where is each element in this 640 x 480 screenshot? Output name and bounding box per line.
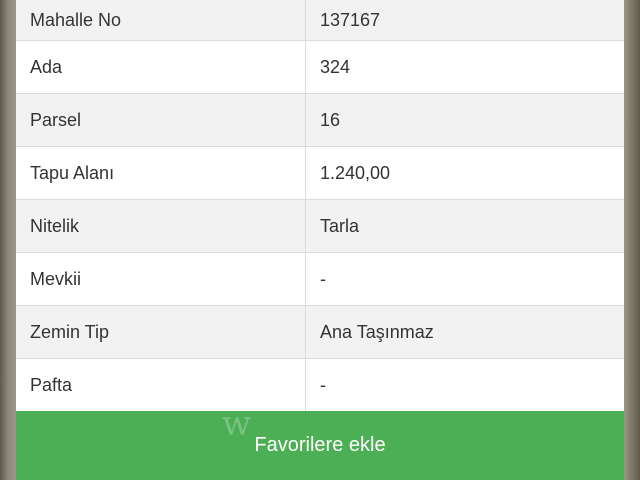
table-row: Tapu Alanı 1.240,00 [16, 146, 624, 200]
row-label-mahalle-no: Mahalle No [16, 0, 306, 41]
row-label-parsel: Parsel [16, 93, 306, 147]
row-value-zemin-tip: Ana Taşınmaz [305, 305, 624, 359]
table-row: Mevkii - [16, 252, 624, 306]
parcel-details-table: Mahalle No 137167 Ada 324 Parsel 16 Tapu… [16, 0, 624, 412]
table-row: Parsel 16 [16, 93, 624, 147]
row-label-nitelik: Nitelik [16, 199, 306, 253]
row-value-nitelik: Tarla [305, 199, 624, 253]
table-row: Pafta - [16, 358, 624, 412]
row-label-tapu-alani: Tapu Alanı [16, 146, 306, 200]
row-value-pafta: - [305, 358, 624, 412]
row-label-pafta: Pafta [16, 358, 306, 412]
watermark-logo-icon: w [222, 404, 252, 444]
add-to-favorites-label: Favorilere ekle [254, 434, 386, 456]
row-label-mevkii: Mevkii [16, 252, 306, 306]
parcel-details-panel: Mahalle No 137167 Ada 324 Parsel 16 Tapu… [16, 0, 624, 480]
table-row: Ada 324 [16, 40, 624, 94]
row-value-ada: 324 [305, 40, 624, 94]
row-value-mevkii: - [305, 252, 624, 306]
row-value-mahalle-no: 137167 [305, 0, 624, 41]
table-row: Nitelik Tarla [16, 199, 624, 253]
row-value-parsel: 16 [305, 93, 624, 147]
row-label-ada: Ada [16, 40, 306, 94]
row-value-tapu-alani: 1.240,00 [305, 146, 624, 200]
row-label-zemin-tip: Zemin Tip [16, 305, 306, 359]
add-to-favorites-button[interactable]: Favorilere ekle [16, 411, 624, 480]
table-row: Zemin Tip Ana Taşınmaz [16, 305, 624, 359]
table-row: Mahalle No 137167 [16, 0, 624, 41]
